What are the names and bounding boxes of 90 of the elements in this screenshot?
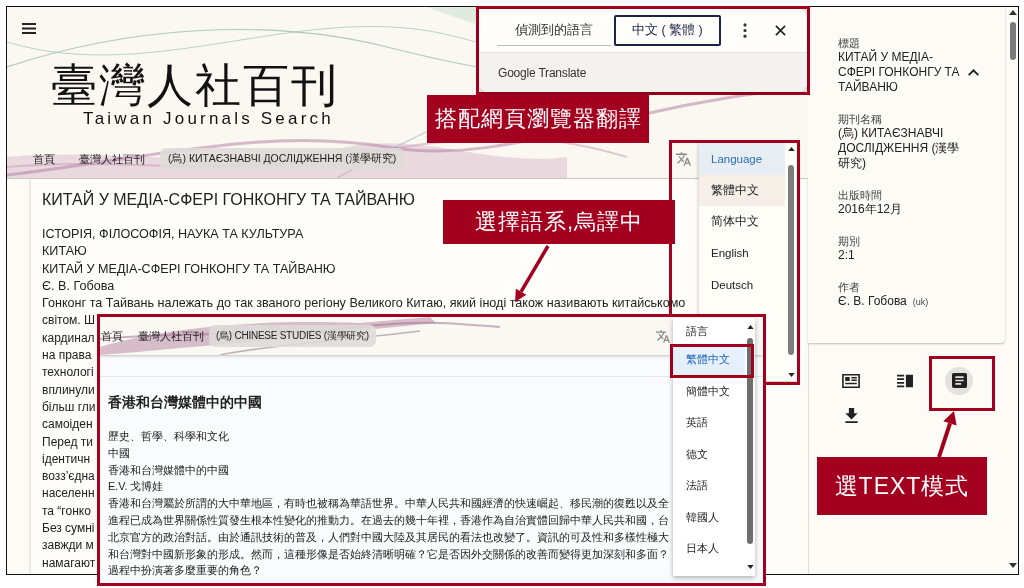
language-option[interactable]: English [699,237,785,269]
logo-title: 臺灣人社百刊 [51,60,339,110]
breadcrumb-link[interactable]: (烏) КИТАЄЗНАВЧІ ДОСЛІДЖЕННЯ (漢學研究) [160,148,405,170]
article-text-line: возз’єдна [42,468,95,486]
article-text-line: населенн [42,485,95,503]
scrollbar-thumb[interactable] [788,165,794,355]
article-text-line: та “гонко [42,502,91,520]
article-text-line: на права [42,347,92,365]
language-option[interactable]: 日本人 [673,533,745,565]
brand-label: Google Translate [498,65,587,80]
article-text-line: світом. Ш [42,312,95,330]
article-text-line: 過程中扮演著多麼重要的角色？ [108,563,262,579]
chevron-icon[interactable] [968,69,979,76]
language-option[interactable]: 韓國人 [673,501,745,533]
breadcrumb-link[interactable]: 臺灣人社百刊 [138,328,204,344]
field-value: 2:1 [838,248,855,263]
download-icon[interactable] [844,408,858,423]
article-text-line: КИТАЮ [42,243,87,261]
article-text-line: 中國 [108,445,130,461]
article-text-line: технологі [42,364,94,382]
field-value: (烏) КИТАЄЗНАВЧІ ДОСЛІДЖЕННЯ (漢學研究) [838,126,961,171]
callout-label: 搭配網頁瀏覽器翻譯 [427,95,649,143]
breadcrumb-link[interactable]: 臺灣人社百刊 [79,151,145,167]
highlight-frame [929,356,995,411]
translate-icon[interactable] [676,152,691,166]
article-text-line: більш гли [42,398,96,416]
scroll-up-icon[interactable] [787,147,795,151]
language-option[interactable]: 英語 [673,407,745,439]
field-value: 2016年12月 [838,202,903,217]
article-title: 香港和台灣媒體中的中國 [108,393,262,412]
article-title: КИТАЙ У МЕДІА-СФЕРІ ГОНКОНГУ ТА ТАЙВАНЮ [42,190,415,210]
breadcrumb-link[interactable]: 首頁 [33,151,55,167]
breadcrumb-link[interactable]: 首頁 [101,328,123,344]
article-text-line: самоіден [42,416,93,434]
columns-icon[interactable] [896,372,914,389]
language-option[interactable]: Language [699,143,785,175]
article-text-line: Без сумні [42,520,95,538]
scroll-up-icon[interactable] [746,325,754,329]
view-mode-button[interactable] [945,366,973,395]
scrollbar-thumb[interactable] [747,338,753,544]
logo-subtitle: Taiwan Journals Search [83,110,334,128]
language-option[interactable]: 語言 [673,318,745,344]
callout-label: 選TEXT模式 [817,457,987,515]
article-text-line: ідентичн [42,450,91,468]
field-label: 作者 [838,280,860,294]
field-label: 標題 [838,36,860,49]
document-icon [951,373,967,388]
field-label: 期刊名稱 [838,112,882,126]
language-tab[interactable]: 偵測到的語言 [497,15,611,46]
scroll-down-icon[interactable] [746,565,754,569]
article-text-line: вплинули [42,381,95,399]
article-text-line: 歷史、哲學、科學和文化 [108,429,229,444]
article-text-line: кардинал [42,329,95,347]
close-icon[interactable] [774,25,786,36]
article-text-line: ІСТОРІЯ, ФІЛОСОФІЯ, НАУКА ТА КУЛЬТУРА [42,226,304,243]
scroll-down-icon[interactable] [787,373,795,377]
article-text-line: 進程已成為世界關係性質發生根本性變化的推動力。在過去的幾十年裡，香港作為自治實體回歸中華人民共和國，台 [108,513,669,528]
field-label: 期別 [838,234,860,248]
article-text-line: 香港和台灣媒體中的中國 [108,462,229,478]
article-text-line: намагают [42,554,96,572]
article-text-line: 北京官方的政治對話。由於通訊技術的普及，人們對中國大陸及其居民的看法也改變了。資訊的可及性和多樣性極大 [108,529,669,545]
callout-label: 選擇語系,烏譯中 [443,200,675,244]
article-text-line: завжди м [42,537,94,555]
article-text-line: 香港和台灣屬於所謂的大中華地區，有時也被稱為華語世界。中華人民共和國經濟的快速崛起、移民潮的復甦以及全 [108,496,669,512]
article-text-line: Перед ти [42,433,93,451]
scroll-up-icon[interactable] [1008,10,1017,15]
callout-arrow [937,411,957,458]
article-text-line: КИТАЙ У МЕДІА-СФЕРІ ГОНКОНГУ ТА ТАЙВАНЮ [42,260,336,278]
language-option[interactable]: Deutsch [699,269,785,301]
field-value: КИТАЙ У МЕДІА-СФЕРІ ГОНКОНГУ ТА ТАЙВАНЮ [838,50,961,95]
menu-icon[interactable] [22,23,36,34]
language-option[interactable]: 簡體中文 [673,375,745,407]
scrollbar-thumb[interactable] [1009,22,1016,60]
language-option[interactable]: 简体中文 [699,206,785,238]
field-value: Є. В. Гобова [838,294,907,309]
article-text-line: 和台灣對中國新形象的形成。然而，這種形像是否始終清晰明確？它是否因外交關係的改善而變得更加深刻和多面？ [108,546,669,562]
language-option[interactable]: 德文 [673,438,745,470]
breadcrumb-link[interactable]: (烏) CHINESE STUDIES (漢學研究) [209,325,376,347]
more-icon[interactable] [742,23,747,38]
language-option[interactable]: 法語 [673,470,745,502]
language-tag: (uk) [912,296,929,307]
language-tab[interactable]: 中文 ( 繁體 ) [614,15,721,46]
article-icon[interactable] [842,372,860,389]
callout-arrow [515,245,550,302]
article-text-line: Є. В. Гобова [42,277,115,295]
field-label: 出版時間 [838,188,882,202]
language-option[interactable]: 繁體中文 [699,174,785,206]
scroll-down-icon[interactable] [1008,563,1017,568]
translate-icon[interactable] [656,329,670,343]
article-text-line: E.V. 戈博娃 [108,479,164,495]
